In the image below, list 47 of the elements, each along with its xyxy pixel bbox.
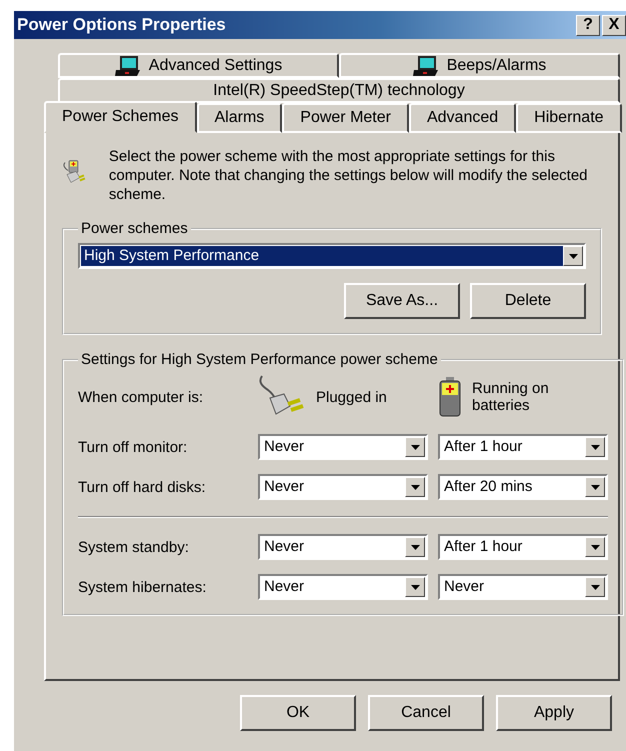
column-header: Plugged in: [316, 388, 387, 406]
tab[interactable]: Alarms: [196, 103, 282, 133]
tab[interactable]: Hibernate: [516, 103, 622, 133]
plugged-dropdown[interactable]: Never: [258, 534, 428, 560]
dropdown-arrow-icon[interactable]: [590, 544, 600, 550]
battery-dropdown[interactable]: After 20 mins: [438, 474, 608, 500]
group-label: Power schemes: [80, 220, 189, 237]
dropdown-arrow-icon[interactable]: [568, 254, 578, 258]
plugged-dropdown[interactable]: Never: [258, 434, 428, 460]
dropdown-arrow-icon[interactable]: [410, 444, 420, 450]
dropdown-arrow-icon[interactable]: [410, 544, 420, 550]
column-header: Running on batteries: [472, 380, 550, 414]
row-label: When computer is:: [78, 388, 204, 406]
dropdown-arrow-icon[interactable]: [590, 584, 600, 590]
laptop-icon: [114, 54, 141, 76]
tab[interactable]: Advanced Settings: [58, 53, 339, 78]
tab[interactable]: Power Schemes: [44, 101, 196, 133]
row-label: System hibernates:: [78, 578, 208, 596]
battery-icon: [438, 376, 462, 418]
scheme-button[interactable]: Save As...: [344, 283, 460, 319]
plugged-dropdown[interactable]: Never: [258, 574, 428, 600]
scheme-button[interactable]: Delete: [470, 283, 586, 319]
help-button[interactable]: ?: [576, 14, 600, 36]
laptop-icon: [412, 54, 439, 76]
battery-dropdown[interactable]: After 1 hour: [438, 434, 608, 460]
battery-dropdown[interactable]: Never: [438, 574, 608, 600]
dropdown-arrow-icon[interactable]: [590, 484, 600, 490]
dropdown-arrow-icon[interactable]: [410, 484, 420, 490]
dropdown-arrow-icon[interactable]: [590, 444, 600, 450]
tab[interactable]: Advanced: [408, 103, 516, 133]
row-label: Turn off monitor:: [78, 438, 188, 456]
row-label: System standby:: [78, 538, 190, 556]
close-button[interactable]: X: [602, 14, 626, 36]
tab[interactable]: Intel(R) SpeedStep(TM) technology: [58, 78, 620, 103]
battery-dropdown[interactable]: After 1 hour: [438, 534, 608, 560]
row-label: Turn off hard disks:: [78, 478, 207, 496]
window-title: Power Options Properties: [17, 15, 227, 35]
plugged-dropdown[interactable]: Never: [258, 474, 428, 500]
tab[interactable]: Beeps/Alarms: [339, 53, 620, 78]
dropdown-arrow-icon[interactable]: [410, 584, 420, 590]
tab[interactable]: Power Meter: [282, 103, 409, 133]
intro-text: Select the power scheme with the most appropriate settings for this computer. Note that changing the settings below will modify the selected scheme.: [108, 147, 589, 204]
dialog-button[interactable]: OK: [240, 695, 356, 731]
scheme-dropdown[interactable]: High System Performance: [78, 243, 586, 269]
dialog-button[interactable]: Apply: [496, 695, 612, 731]
dialog-button[interactable]: Cancel: [368, 695, 484, 731]
group-label: Settings for High System Performance power scheme: [80, 351, 439, 368]
